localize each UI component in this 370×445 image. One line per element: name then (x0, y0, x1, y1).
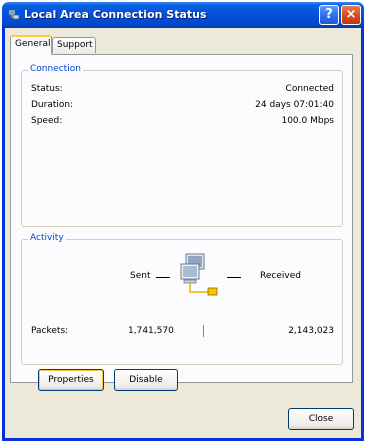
speed-value: 100.0 Mbps (281, 116, 334, 126)
sent-line (156, 277, 170, 278)
close-button-label: Close (308, 414, 334, 424)
close-window-button[interactable]: × (341, 5, 361, 25)
tab-general[interactable]: General (10, 35, 52, 55)
window-title: Local Area Connection Status (24, 8, 207, 21)
speed-label: Speed: (31, 116, 63, 126)
connection-group: Connection Status: Connected Duration: 2… (21, 64, 343, 227)
received-line (227, 277, 241, 278)
network-activity-icon (180, 253, 218, 296)
close-button[interactable]: Close (288, 408, 354, 430)
connection-group-title: Connection (28, 64, 83, 74)
tab-panel-general: Connection Status: Connected Duration: 2… (10, 54, 353, 383)
help-button[interactable]: ? (319, 5, 339, 25)
activity-group-title: Activity (28, 233, 66, 243)
duration-value: 24 days 07:01:40 (255, 100, 334, 110)
network-connection-icon (8, 9, 20, 20)
close-icon: × (345, 7, 357, 22)
properties-button-label: Properties (48, 375, 94, 385)
disable-button[interactable]: Disable (114, 369, 178, 391)
status-value: Connected (285, 84, 334, 94)
packets-sent-value: 1,741,570 (128, 326, 174, 336)
disable-button-label: Disable (129, 375, 163, 385)
received-label: Received (260, 271, 301, 281)
status-label: Status: (31, 84, 63, 94)
tab-support[interactable]: Support (52, 37, 96, 53)
duration-label: Duration: (31, 100, 74, 110)
activity-group: Activity Sent Received Packets: 1,741,57… (21, 233, 343, 365)
properties-button[interactable]: Properties (38, 369, 104, 391)
status-window: Local Area Connection Status ? × General… (2, 2, 364, 441)
packets-received-value: 2,143,023 (288, 326, 334, 336)
packets-label: Packets: (31, 326, 69, 336)
title-bar[interactable]: Local Area Connection Status ? × (2, 2, 364, 28)
tab-general-label: General (15, 39, 51, 49)
sent-label: Sent (130, 271, 151, 281)
dialog-body: General Support Connection Status: Conne… (5, 28, 361, 438)
help-icon: ? (325, 7, 333, 22)
tab-support-label: Support (57, 40, 93, 50)
packets-divider (203, 325, 204, 337)
